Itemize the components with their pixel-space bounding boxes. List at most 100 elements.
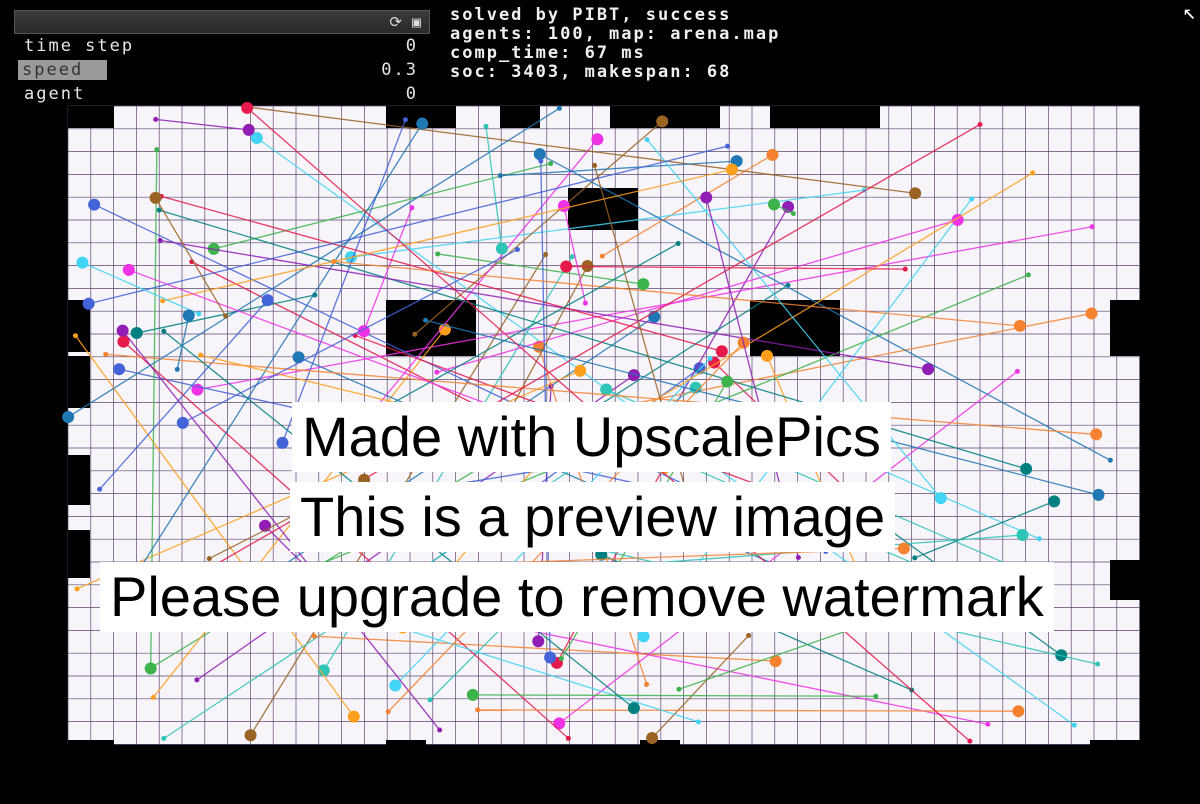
agent[interactable] [725, 163, 738, 176]
agent[interactable] [637, 278, 650, 291]
agent-goal [434, 369, 440, 375]
agent[interactable] [637, 630, 650, 643]
agent[interactable] [591, 133, 604, 146]
agent[interactable] [550, 453, 563, 466]
agent[interactable] [1090, 428, 1103, 441]
agent[interactable] [1012, 705, 1025, 718]
agent[interactable] [600, 383, 613, 396]
agent[interactable] [560, 260, 573, 273]
agent[interactable] [761, 349, 774, 362]
agent[interactable] [495, 242, 508, 255]
agent[interactable] [846, 414, 859, 427]
time-step-row[interactable]: time step 0 [14, 36, 428, 56]
obstacle-cell [68, 455, 90, 505]
agent-goal [977, 121, 983, 127]
agent[interactable] [122, 263, 135, 276]
agent[interactable] [533, 148, 546, 161]
control-panel[interactable]: ⟳ ▣ time step 0 speed 0.3 agent 0 [14, 10, 430, 106]
arena-map[interactable] [0, 0, 1200, 800]
agent[interactable] [276, 436, 289, 449]
agent[interactable] [768, 198, 781, 211]
agent[interactable] [909, 187, 922, 200]
agent[interactable] [947, 574, 960, 587]
agent[interactable] [242, 123, 255, 136]
panel-header[interactable]: ⟳ ▣ [14, 10, 430, 34]
agent-goal [869, 602, 875, 608]
agent[interactable] [971, 579, 984, 592]
agent-goal [130, 576, 136, 582]
agent[interactable] [261, 294, 274, 307]
agent[interactable] [205, 562, 218, 575]
agent[interactable] [116, 324, 129, 337]
agent[interactable] [149, 191, 162, 204]
agent[interactable] [1013, 319, 1026, 332]
agent[interactable] [574, 364, 587, 377]
agent[interactable] [347, 710, 360, 723]
agent-goal [435, 251, 441, 257]
agent[interactable] [532, 635, 545, 648]
agent[interactable] [182, 309, 195, 322]
agent[interactable] [766, 148, 779, 161]
agent[interactable] [922, 363, 935, 376]
agent[interactable] [715, 345, 728, 358]
agent[interactable] [627, 702, 640, 715]
map-canvas[interactable] [0, 0, 1200, 800]
agent[interactable] [658, 462, 671, 475]
agent[interactable] [76, 256, 89, 269]
agent[interactable] [466, 688, 479, 701]
agent[interactable] [196, 606, 209, 619]
obstacle-cell [1110, 300, 1140, 356]
agent-goal [161, 328, 167, 334]
agent[interactable] [389, 679, 402, 692]
agent[interactable] [1020, 462, 1033, 475]
agent[interactable] [545, 571, 558, 584]
agent[interactable] [690, 521, 703, 534]
agent-goal [582, 300, 588, 306]
agent[interactable] [82, 297, 95, 310]
agent[interactable] [176, 416, 189, 429]
window-icon[interactable]: ▣ [412, 13, 421, 31]
agent[interactable] [1016, 528, 1029, 541]
agent[interactable] [525, 528, 538, 541]
agents-map-info: agents: 100, map: arena.map [450, 24, 781, 44]
speed-slider[interactable]: speed [18, 60, 108, 80]
agent[interactable] [934, 492, 947, 505]
agent[interactable] [1085, 307, 1098, 320]
agent-goal [402, 117, 408, 123]
speed-row[interactable]: speed 0.3 [14, 60, 428, 80]
agent-row[interactable]: agent 0 [14, 84, 428, 104]
soc-makespan-info: soc: 3403, makespan: 68 [450, 62, 732, 82]
agent[interactable] [771, 418, 784, 431]
agent[interactable] [700, 191, 713, 204]
agent[interactable] [351, 589, 364, 602]
agent[interactable] [897, 542, 910, 555]
agent[interactable] [358, 473, 371, 486]
agent[interactable] [646, 731, 659, 744]
agent[interactable] [544, 651, 557, 664]
agent-goal [198, 352, 204, 358]
agent[interactable] [721, 375, 734, 388]
agent[interactable] [1092, 488, 1105, 501]
agent[interactable] [244, 729, 257, 742]
agent-goal [1030, 170, 1036, 176]
agent-goal [196, 311, 202, 317]
agent[interactable] [553, 717, 566, 730]
agent[interactable] [322, 433, 335, 446]
agent[interactable] [1048, 495, 1061, 508]
agent-goal [873, 693, 879, 699]
agent[interactable] [587, 458, 600, 471]
agent-goal [514, 247, 520, 253]
agent[interactable] [416, 117, 429, 130]
agent[interactable] [557, 199, 570, 212]
agent[interactable] [62, 411, 75, 424]
agent[interactable] [113, 363, 126, 376]
agent[interactable] [656, 115, 669, 128]
agent[interactable] [396, 621, 409, 634]
agent-goal [475, 707, 481, 713]
agent[interactable] [130, 327, 143, 340]
agent[interactable] [144, 662, 157, 675]
agent[interactable] [88, 198, 101, 211]
agent-goal [281, 568, 287, 574]
agent-goal [969, 196, 975, 202]
refresh-icon[interactable]: ⟳ [389, 13, 402, 31]
